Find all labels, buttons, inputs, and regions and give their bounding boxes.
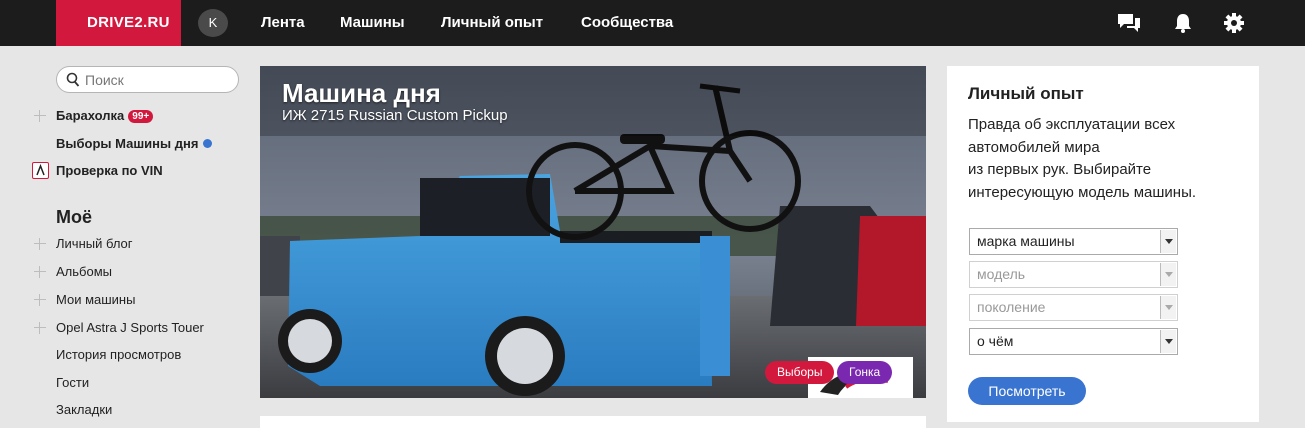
- sidebar-item-baraholka[interactable]: Барахолка 99+: [56, 108, 154, 123]
- sidebar-item-bookmarks[interactable]: Закладки: [56, 402, 112, 417]
- nav-experience[interactable]: Личный опыт: [441, 0, 543, 46]
- sidebar-item-guests[interactable]: Гости: [56, 375, 89, 390]
- user-avatar[interactable]: K: [198, 9, 228, 37]
- count-badge: 99+: [128, 110, 154, 123]
- site-logo[interactable]: DRIVE2.RU: [56, 0, 181, 46]
- sidebar-item-my-cars[interactable]: Мои машины: [56, 292, 135, 307]
- sidebar-item-view-history[interactable]: История просмотров: [56, 347, 181, 362]
- chevron-down-icon: [1160, 263, 1176, 286]
- top-navigation-bar: DRIVE2.RU K Лента Машины Личный опыт Соо…: [0, 0, 1305, 46]
- chevron-down-icon: [1160, 330, 1176, 353]
- tag-race[interactable]: Гонка: [837, 361, 893, 384]
- chevron-down-icon: [1160, 296, 1176, 319]
- model-select[interactable]: модель: [969, 261, 1178, 288]
- nav-communities[interactable]: Сообщества: [581, 0, 673, 46]
- expand-plus-icon[interactable]: [34, 110, 46, 122]
- tag-elections[interactable]: Выборы: [765, 361, 835, 384]
- hero-title: Машина дня: [282, 78, 441, 108]
- messages-icon[interactable]: [1116, 11, 1142, 35]
- nav-feed[interactable]: Лента: [261, 0, 305, 46]
- nav-cars[interactable]: Машины: [340, 0, 405, 46]
- search-input[interactable]: [85, 70, 230, 89]
- chevron-down-icon: [1160, 230, 1176, 253]
- expand-plus-icon[interactable]: [34, 294, 46, 306]
- unread-dot: [203, 139, 213, 148]
- hero-subtitle: ИЖ 2715 Russian Custom Pickup: [282, 107, 508, 124]
- sidebar-item-car-of-day-elections[interactable]: Выборы Машины дня: [56, 136, 213, 151]
- vin-check-icon: [32, 162, 49, 179]
- sidebar-item-vin-check[interactable]: Проверка по VIN: [56, 163, 163, 178]
- my-section-title: Моё: [56, 207, 92, 227]
- topic-select[interactable]: о чём: [969, 328, 1178, 355]
- expand-plus-icon[interactable]: [34, 322, 46, 334]
- search-icon: [66, 72, 80, 87]
- sidebar-item-opel-astra[interactable]: Opel Astra J Sports Touer: [56, 320, 204, 335]
- car-of-the-day-card[interactable]: Машина дня ИЖ 2715 Russian Custom Pickup…: [260, 66, 926, 398]
- personal-experience-panel: Личный опыт Правда об эксплуатации всех …: [947, 66, 1259, 422]
- search-box[interactable]: [56, 66, 239, 93]
- view-button[interactable]: Посмотреть: [968, 377, 1086, 405]
- expand-plus-icon[interactable]: [34, 266, 46, 278]
- next-card: [260, 416, 926, 428]
- gear-icon[interactable]: [1221, 11, 1247, 35]
- brand-select[interactable]: марка машины: [969, 228, 1178, 255]
- bell-icon[interactable]: [1170, 11, 1196, 35]
- sidebar-item-albums[interactable]: Альбомы: [56, 264, 112, 279]
- panel-title: Личный опыт: [968, 84, 1084, 103]
- sidebar-item-personal-blog[interactable]: Личный блог: [56, 236, 133, 251]
- panel-description: Правда об эксплуатации всех автомобилей …: [968, 116, 1197, 201]
- expand-plus-icon[interactable]: [34, 238, 46, 250]
- generation-select[interactable]: поколение: [969, 294, 1178, 321]
